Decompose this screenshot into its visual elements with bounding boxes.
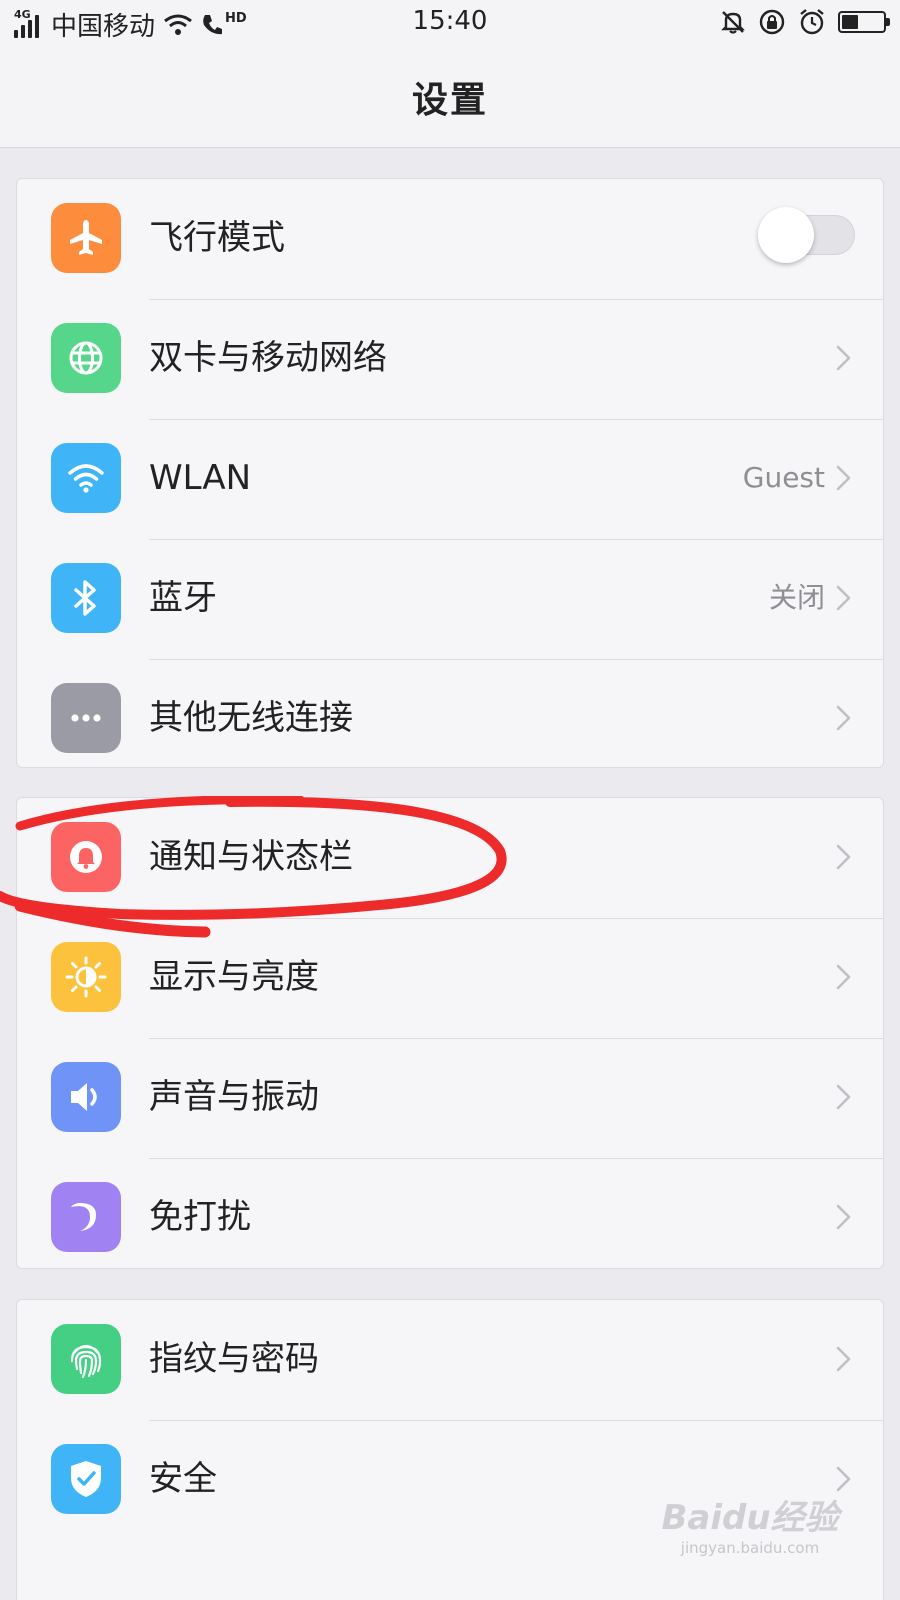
globe-icon xyxy=(51,323,121,393)
chevron-right-icon xyxy=(836,844,851,870)
settings-group-display-sound: 通知与状态栏 显示与亮度声音与振动免打扰 xyxy=(16,797,884,1269)
settings-row-moon[interactable]: 免打扰 xyxy=(17,1158,883,1268)
chevron-right-icon xyxy=(836,585,851,611)
fingerprint-icon xyxy=(51,1324,121,1394)
settings-row-globe[interactable]: 双卡与移动网络 xyxy=(17,299,883,419)
toggle-knob xyxy=(758,207,814,263)
settings-row-label: 通知与状态栏 xyxy=(149,837,353,877)
settings-row-label: 声音与振动 xyxy=(149,1077,319,1117)
chevron-right-icon xyxy=(836,1466,851,1492)
chevron-right-icon xyxy=(836,465,851,491)
watermark: Baidu经验 jingyan.baidu.com xyxy=(660,1490,840,1560)
airplane-mode-toggle[interactable] xyxy=(758,207,855,263)
chevron-right-icon xyxy=(836,1084,851,1110)
settings-row-bluetooth[interactable]: 蓝牙 关闭 xyxy=(17,539,883,659)
watermark-logo: Baidu经验 xyxy=(661,1498,839,1538)
settings-row-label: WLAN xyxy=(149,458,252,498)
settings-row-label: 蓝牙 xyxy=(149,578,217,618)
settings-row-value: 关闭 xyxy=(768,581,825,614)
settings-row-speaker[interactable]: 声音与振动 xyxy=(17,1038,883,1158)
page-title: 设置 xyxy=(411,79,488,121)
more-dots-icon xyxy=(51,683,121,753)
settings-row-fingerprint[interactable]: 指纹与密码 xyxy=(17,1300,883,1420)
settings-row-more-dots[interactable]: 其他无线连接 xyxy=(17,659,883,767)
settings-row-value: Guest xyxy=(742,461,825,494)
alarm-icon xyxy=(800,9,824,35)
wifi-icon xyxy=(51,443,121,513)
settings-row-brightness[interactable]: 显示与亮度 xyxy=(17,918,883,1038)
chevron-right-icon xyxy=(836,964,851,990)
status-bar: 4G 中国移动 HD 15:40 xyxy=(0,0,900,46)
shield-icon xyxy=(51,1444,121,1514)
settings-row-label: 显示与亮度 xyxy=(149,957,319,997)
battery-icon xyxy=(838,11,890,33)
mute-bell-icon xyxy=(721,11,745,34)
settings-row-label: 飞行模式 xyxy=(149,218,285,258)
page-header: 设置 xyxy=(0,46,900,148)
settings-group-connectivity: 飞行模式双卡与移动网络 WLAN Guest 蓝牙 关闭其他无线连接 xyxy=(16,178,884,768)
chevron-right-icon xyxy=(836,345,851,371)
settings-row-label: 指纹与密码 xyxy=(149,1339,319,1379)
airplane-icon xyxy=(51,203,121,273)
rotation-lock-icon xyxy=(759,9,785,35)
status-right xyxy=(720,8,890,36)
chevron-right-icon xyxy=(836,1346,851,1372)
settings-row-label: 免打扰 xyxy=(149,1197,251,1237)
bell-icon xyxy=(51,822,121,892)
bluetooth-icon xyxy=(51,563,121,633)
settings-row-label: 双卡与移动网络 xyxy=(149,338,387,378)
settings-row-bell[interactable]: 通知与状态栏 xyxy=(17,798,883,918)
settings-row-label: 安全 xyxy=(149,1459,217,1499)
chevron-right-icon xyxy=(836,705,851,731)
brightness-icon xyxy=(51,942,121,1012)
moon-icon xyxy=(51,1182,121,1252)
speaker-icon xyxy=(51,1062,121,1132)
chevron-right-icon xyxy=(836,1204,851,1230)
settings-row-airplane[interactable]: 飞行模式 xyxy=(17,179,883,299)
watermark-url: jingyan.baidu.com xyxy=(680,1539,820,1557)
settings-row-wifi[interactable]: WLAN Guest xyxy=(17,419,883,539)
settings-row-label: 其他无线连接 xyxy=(149,698,353,738)
